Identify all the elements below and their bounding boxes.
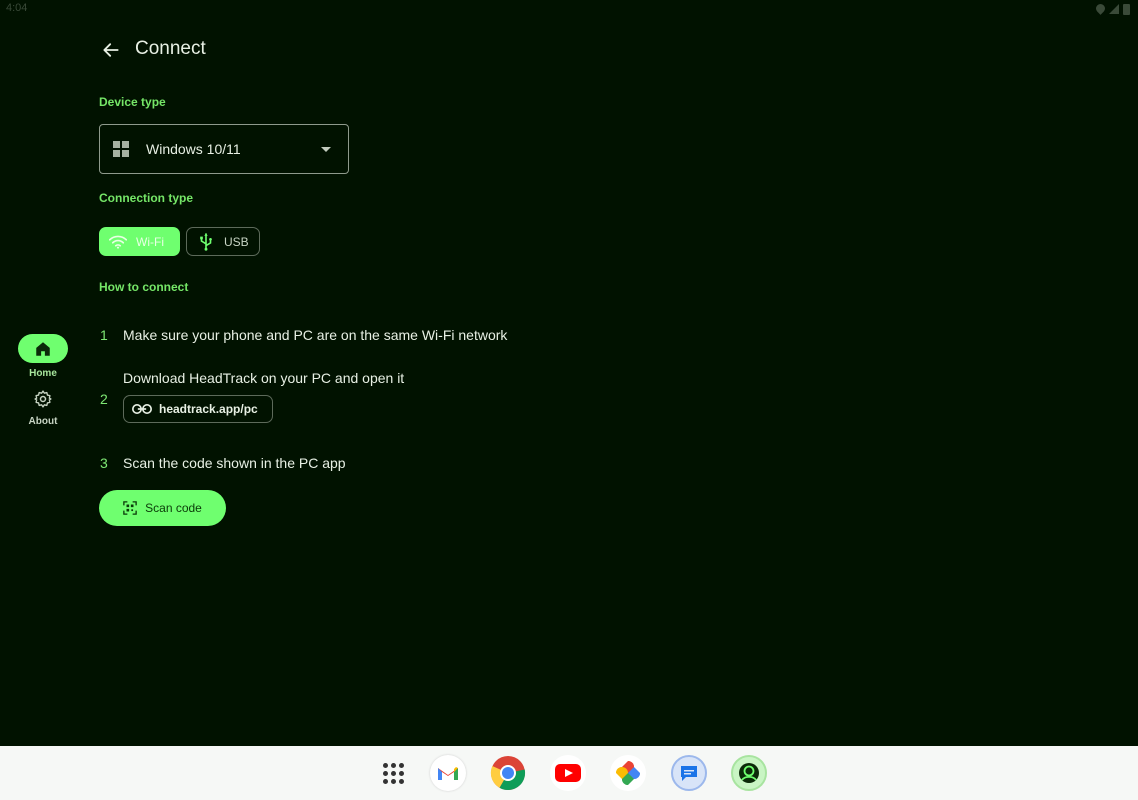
headtrack-icon[interactable] (731, 755, 767, 791)
back-button[interactable] (99, 38, 123, 62)
messages-icon[interactable] (671, 755, 707, 791)
chrome-icon[interactable] (490, 755, 526, 791)
gmail-icon[interactable] (430, 755, 466, 791)
wifi-chip-label: Wi-Fi (136, 234, 164, 249)
usb-chip-label: USB (224, 234, 249, 249)
wifi-icon (108, 234, 128, 250)
scan-code-button[interactable]: Scan code (99, 490, 226, 526)
page-title: Connect (135, 38, 206, 59)
step-text: Download HeadTrack on your PC and open i… (123, 370, 405, 386)
status-bar: 4:04 (0, 0, 1138, 22)
download-link-text: headtrack.app/pc (159, 402, 258, 416)
windows-icon (113, 141, 129, 157)
home-icon (36, 341, 50, 356)
nav-label-home: Home (29, 368, 57, 379)
step-text: Scan the code shown in the PC app (123, 455, 346, 471)
status-icons (1094, 2, 1130, 15)
step-number: 3 (100, 455, 108, 471)
taskbar (0, 746, 1138, 800)
navigation-rail: Home About (0, 0, 86, 746)
device-type-dropdown[interactable]: Windows 10/11 (99, 124, 349, 174)
wifi-chip[interactable]: Wi-Fi (99, 227, 180, 256)
how-to-connect-label: How to connect (99, 280, 189, 294)
signal-icon (1109, 4, 1119, 14)
arrow-left-icon (103, 43, 119, 57)
battery-icon (1123, 4, 1130, 15)
nav-label-about: About (28, 416, 58, 427)
apps-grid-icon[interactable] (375, 755, 411, 791)
nav-item-about[interactable]: About (0, 387, 86, 427)
connection-type-label: Connection type (99, 191, 194, 205)
qr-scan-icon (123, 501, 137, 515)
download-link-chip[interactable]: headtrack.app/pc (123, 395, 273, 423)
device-type-value: Windows 10/11 (146, 141, 241, 157)
photos-icon[interactable] (610, 755, 646, 791)
nav-home-indicator (18, 334, 68, 363)
step-number: 2 (100, 391, 108, 407)
device-type-label: Device type (99, 95, 166, 109)
caret-down-icon (321, 147, 331, 152)
nav-about-indicator (18, 387, 68, 411)
scan-code-label: Scan code (145, 501, 202, 515)
step-text: Make sure your phone and PC are on the s… (123, 327, 508, 343)
usb-chip[interactable]: USB (186, 227, 260, 256)
youtube-icon[interactable] (550, 755, 586, 791)
step-number: 1 (100, 327, 108, 343)
link-icon (132, 402, 152, 416)
wifi-status-icon (1094, 2, 1107, 15)
nav-item-home[interactable]: Home (0, 334, 86, 379)
gear-icon (34, 390, 52, 408)
usb-icon (196, 232, 216, 251)
